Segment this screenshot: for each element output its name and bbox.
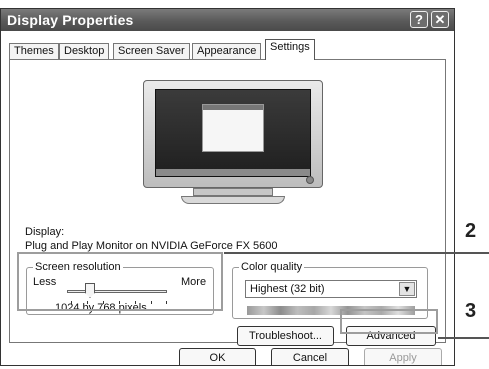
color-quality-label: Color quality <box>239 261 305 273</box>
close-button[interactable]: ✕ <box>431 11 449 28</box>
power-indicator-icon <box>306 176 314 184</box>
monitor-preview <box>143 80 323 205</box>
monitor-screen <box>155 89 311 177</box>
cancel-button[interactable]: Cancel <box>271 348 349 365</box>
preview-window <box>202 104 264 152</box>
display-device: Plug and Play Monitor on NVIDIA GeForce … <box>25 240 278 252</box>
color-quality-value: Highest (32 bit) <box>250 283 325 295</box>
tab-screen-saver[interactable]: Screen Saver <box>113 43 190 59</box>
callout-number-2: 2 <box>465 220 477 242</box>
callout-line-3 <box>438 337 489 339</box>
callout-line-2 <box>224 252 489 254</box>
chevron-down-icon[interactable]: ▼ <box>399 282 415 296</box>
color-quality-select[interactable]: Highest (32 bit) ▼ <box>245 280 417 298</box>
monitor-bezel <box>143 80 323 188</box>
tab-desktop[interactable]: Desktop <box>59 43 110 59</box>
help-button[interactable]: ? <box>410 11 428 28</box>
tab-themes[interactable]: Themes <box>9 43 59 59</box>
tab-appearance[interactable]: Appearance <box>192 43 262 59</box>
window-title: Display Properties <box>7 12 134 28</box>
display-label: Display: <box>25 226 65 238</box>
callout-number-3: 3 <box>465 300 477 322</box>
monitor-base <box>181 196 285 204</box>
preview-taskbar <box>156 169 310 176</box>
help-icon: ? <box>415 12 423 27</box>
resolution-highlight-box <box>17 252 223 311</box>
monitor-stand <box>193 188 273 196</box>
troubleshoot-button[interactable]: Troubleshoot... <box>237 326 334 346</box>
ok-button[interactable]: OK <box>179 348 256 365</box>
title-bar[interactable]: Display Properties ? ✕ <box>1 9 454 31</box>
advanced-highlight-box <box>340 309 438 334</box>
tab-settings[interactable]: Settings <box>265 39 315 60</box>
apply-button[interactable]: Apply <box>364 348 442 365</box>
close-icon: ✕ <box>434 12 446 27</box>
